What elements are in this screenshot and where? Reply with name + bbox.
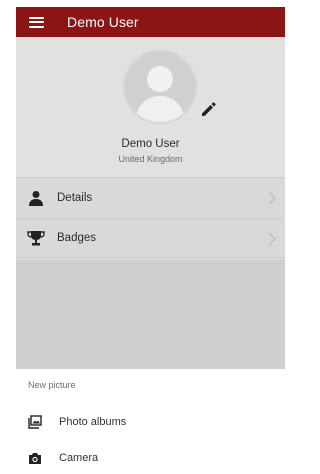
- profile-header: Demo User United Kingdom: [16, 37, 285, 177]
- profile-name: Demo User: [121, 138, 180, 150]
- photo-library-icon: [28, 415, 42, 429]
- menu-button[interactable]: [16, 7, 56, 37]
- avatar[interactable]: [125, 52, 195, 122]
- profile-country: United Kingdom: [118, 154, 183, 164]
- menu-row-details[interactable]: Details: [16, 177, 285, 217]
- trophy-icon: [26, 228, 46, 248]
- sheet-title: New picture: [28, 380, 76, 390]
- chevron-right-icon: [268, 191, 276, 205]
- new-picture-sheet: New picture Photo albums Camera: [16, 369, 285, 474]
- chevron-right-icon: [268, 232, 276, 246]
- hamburger-menu-icon: [28, 16, 44, 28]
- menu-row-badges[interactable]: Badges: [16, 218, 285, 258]
- person-silhouette-icon: [135, 66, 185, 122]
- sheet-item-label: Camera: [59, 452, 99, 464]
- app-bar-title: Demo User: [67, 14, 139, 30]
- edit-avatar-button[interactable]: [199, 99, 219, 119]
- app-screen: Demo User Demo User United Kingdom Detai…: [16, 7, 285, 474]
- menu-row-label: Details: [57, 191, 93, 204]
- photo-albums-option[interactable]: Photo albums: [16, 405, 285, 439]
- camera-option[interactable]: Camera: [16, 441, 285, 474]
- scrim[interactable]: [16, 260, 285, 369]
- dimmed-content: Demo User United Kingdom Details Badges: [16, 37, 285, 369]
- app-bar: Demo User: [16, 7, 285, 37]
- pencil-icon: [202, 102, 216, 116]
- menu-row-label: Badges: [57, 232, 97, 244]
- camera-icon: [28, 451, 42, 465]
- person-icon: [26, 188, 46, 208]
- sheet-item-label: Photo albums: [59, 416, 127, 428]
